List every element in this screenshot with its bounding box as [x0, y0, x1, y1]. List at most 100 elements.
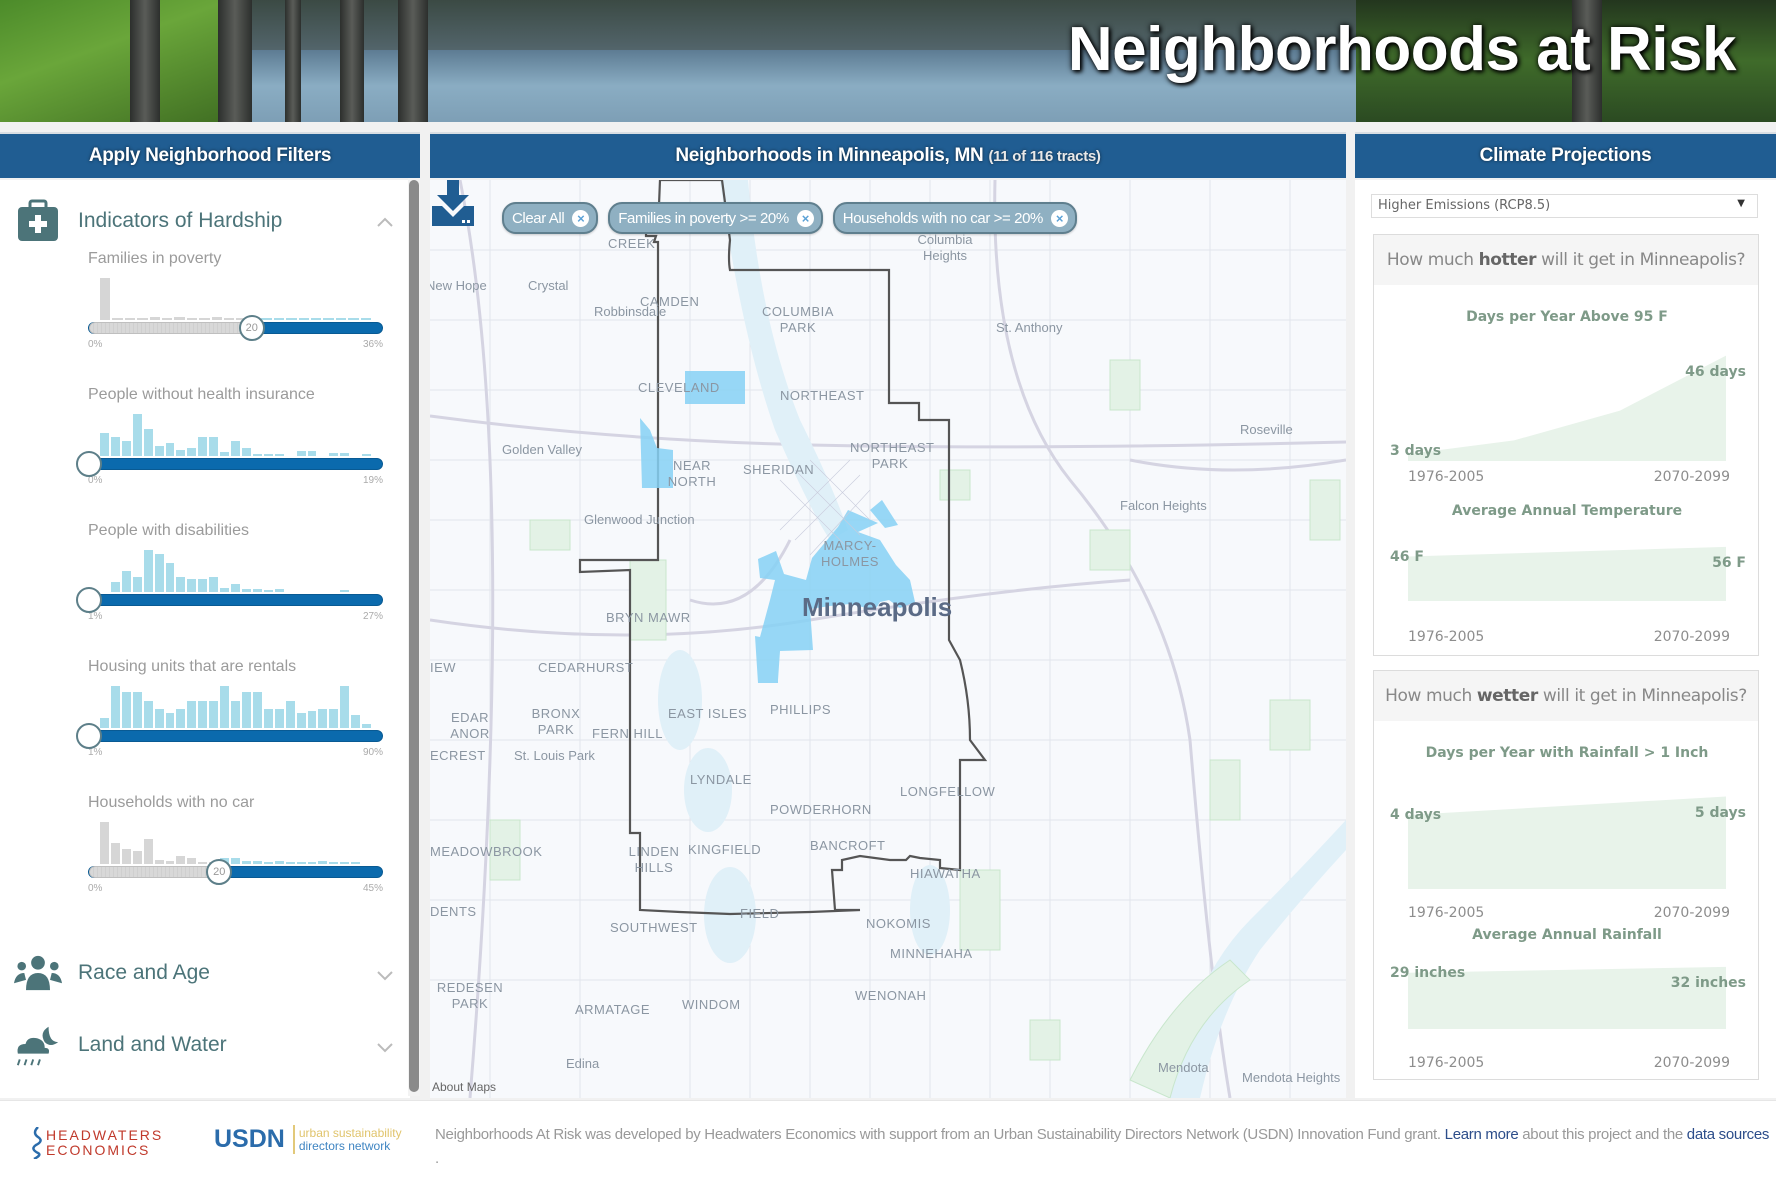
- x-tick-label: 1976-2005: [1408, 469, 1485, 485]
- histogram-bar: [220, 686, 230, 728]
- range-slider-track[interactable]: [76, 723, 383, 749]
- neighborhood-map[interactable]: Clear All × Families in poverty >= 20% × H…: [430, 180, 1346, 1098]
- learn-more-link[interactable]: Learn more: [1445, 1126, 1519, 1143]
- town-label: Crystal: [528, 278, 569, 293]
- mini-chart-heavy-rain-days: Days per Year with Rainfall > 1 Inch 4 d…: [1374, 735, 1760, 921]
- histogram-bar: [231, 857, 240, 864]
- neighborhood-label: BANCROFT: [810, 838, 886, 853]
- neighborhood-label: LONGFELLOW: [900, 784, 996, 799]
- histogram-bar: [187, 447, 197, 456]
- histogram-bar: [263, 709, 273, 728]
- filter-chip-families-in-poverty[interactable]: Families in poverty >= 20% ×: [608, 202, 823, 234]
- chip-label: Families in poverty >= 20%: [618, 209, 789, 227]
- range-slider-track[interactable]: [76, 451, 383, 477]
- banner-grass-photo: [0, 0, 240, 122]
- histogram-bar: [329, 862, 339, 864]
- histogram-bar: [241, 588, 251, 592]
- histogram-bar: [307, 862, 317, 864]
- histogram-bar: [335, 318, 347, 320]
- filter-housing-units-that-are-rentals: Housing units that are rentals 1% 90%: [76, 658, 383, 758]
- histogram-bar: [360, 318, 371, 320]
- section-land-and-water[interactable]: Land and Water: [14, 1022, 227, 1068]
- banner-tree: [398, 0, 428, 122]
- start-value-label: 4 days: [1390, 807, 1442, 824]
- histogram-bar: [209, 577, 219, 592]
- data-sources-link[interactable]: data sources: [1687, 1126, 1770, 1143]
- map-panel-header: Neighborhoods in Minneapolis, MN (11 of …: [430, 132, 1346, 178]
- range-slider-track[interactable]: 20: [88, 859, 383, 885]
- town-label: Mendota Heights: [1242, 1070, 1341, 1085]
- histogram-bar: [329, 452, 339, 456]
- question-emphasis: wetter: [1476, 686, 1538, 706]
- histogram-bar: [124, 318, 136, 320]
- neighborhood-label: REDESEN PARK: [436, 980, 504, 1011]
- usdn-tagline: urban sustainability: [298, 1125, 402, 1140]
- slider-min-label: 0%: [88, 339, 103, 350]
- neighborhood-label: BRYN MAWR: [606, 610, 691, 625]
- headwaters-economics-logo[interactable]: HEADWATERS ECONOMICS: [30, 1127, 163, 1159]
- map-city-label: Minneapolis: [802, 592, 953, 622]
- dropdown-arrow-icon: ▼: [1737, 198, 1745, 209]
- usdn-logo[interactable]: USDN urban sustainability directors netwo…: [214, 1125, 402, 1154]
- hero-banner: Neighborhoods at Risk: [0, 0, 1776, 122]
- slider-handle[interactable]: [76, 723, 102, 749]
- histogram-bar: [198, 861, 208, 864]
- histogram-bar: [323, 318, 334, 320]
- close-icon[interactable]: ×: [572, 209, 590, 227]
- about-maps-link[interactable]: About Maps: [432, 1080, 496, 1094]
- histogram-bar: [132, 692, 142, 728]
- neighborhood-label: SOUTHWEST: [610, 920, 698, 935]
- neighborhood-label: NORTHEAST: [780, 388, 865, 403]
- section-indicators-of-hardship[interactable]: Indicators of Hardship: [14, 198, 282, 244]
- slider-value: 20: [213, 866, 226, 878]
- x-tick-label: 2070-2099: [1653, 629, 1730, 645]
- slider-handle[interactable]: 20: [238, 315, 265, 341]
- histogram-bar: [198, 700, 208, 728]
- neighborhood-label: WENONAH: [855, 988, 927, 1003]
- scrollbar-thumb[interactable]: [409, 180, 419, 1092]
- credits-text: Neighborhoods At Risk was developed by H…: [435, 1126, 1441, 1143]
- emissions-scenario-select[interactable]: Higher Emissions (RCP8.5) ▼: [1371, 194, 1758, 218]
- chip-label: Households with no car >= 20%: [842, 209, 1044, 227]
- neighborhood-label: ARMATAGE: [575, 1002, 651, 1017]
- slider-range-labels: 0% 36%: [88, 339, 383, 350]
- histogram-bar: [220, 587, 230, 592]
- chevron-down-icon[interactable]: [376, 1038, 394, 1056]
- histogram-bar: [132, 577, 142, 592]
- download-icon[interactable]: [430, 180, 476, 226]
- town-label: St. Anthony: [996, 320, 1063, 335]
- histogram-bar: [154, 554, 164, 592]
- slider-handle[interactable]: 20: [206, 859, 233, 885]
- histogram-bar: [165, 562, 175, 592]
- slider-handle[interactable]: [76, 587, 102, 613]
- histogram-bar: [274, 709, 284, 728]
- close-icon[interactable]: ×: [796, 209, 814, 227]
- chevron-down-icon[interactable]: [376, 966, 394, 984]
- map-canvas[interactable]: [430, 180, 1346, 1098]
- slider-handle[interactable]: [76, 451, 102, 477]
- histogram-bar: [100, 717, 109, 728]
- clear-all-chip[interactable]: Clear All ×: [502, 202, 599, 234]
- section-race-and-age[interactable]: Race and Age: [14, 950, 210, 996]
- question-emphasis: hotter: [1478, 250, 1537, 270]
- neighborhood-label: KINGFIELD: [688, 842, 762, 857]
- histogram-bar: [241, 861, 251, 864]
- histogram-bar: [121, 571, 131, 592]
- chevron-up-icon[interactable]: [376, 214, 394, 232]
- filter-chip-households-no-car[interactable]: Households with no car >= 20% ×: [832, 202, 1077, 234]
- filters-scrollbar[interactable]: [408, 178, 420, 1096]
- neighborhood-label: CEDARHURST: [538, 660, 634, 675]
- tract-count: (11 of 116 tracts): [988, 147, 1101, 165]
- histogram-bar: [121, 849, 131, 864]
- histogram-bar: [307, 450, 317, 456]
- close-icon[interactable]: ×: [1051, 209, 1068, 227]
- x-tick-label: 2070-2099: [1653, 469, 1730, 485]
- range-slider-track[interactable]: 20: [88, 315, 383, 341]
- town-label: Glenwood Junction: [584, 512, 695, 527]
- histogram-bar: [318, 709, 328, 728]
- range-slider-track[interactable]: [76, 587, 383, 613]
- start-value-label: 29 inches: [1390, 964, 1466, 981]
- histogram-bar: [165, 713, 175, 728]
- start-value-label: 46 F: [1390, 548, 1424, 565]
- histogram-bar: [285, 700, 295, 728]
